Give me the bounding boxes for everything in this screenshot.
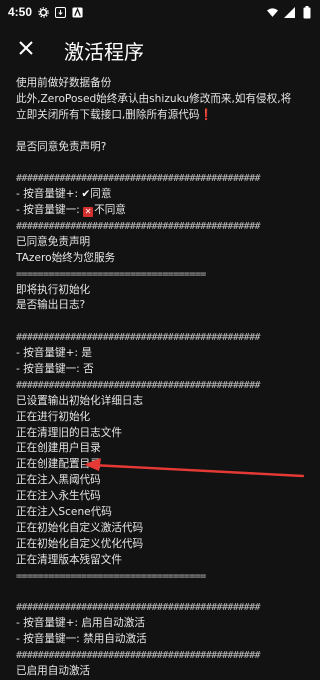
page-title: 激活程序 [64,39,144,64]
log-line: - 按音量键+: 启用自动激活 [16,616,314,632]
log-line-text: 正在清理版本残留文件 [16,553,122,566]
log-line-text: - 按音量键+: 启用自动激活 [16,617,145,630]
log-line: 是否同意免责声明? [16,140,314,156]
log-line: 是否输出日志? [16,298,314,314]
log-line-text: ########################################… [16,650,261,662]
log-separator: ########################################… [16,378,314,394]
signal-icon [284,6,295,18]
log-line: - 按音量键+: ✔同意 [16,187,314,203]
log-line-text: 使用前做好数据备份 [16,77,112,89]
log-line: - 按音量键+: 是 [16,346,314,362]
log-line-text: 正在创建配置目录 [16,458,101,471]
log-line: 使用前做好数据备份 [16,76,314,92]
log-line: 已启用自动激活 [16,664,314,680]
log-line-text: 是否同意免责声明? [16,140,107,153]
log-line-text: ########################################… [16,221,261,233]
log-line-text: - 按音量键+: 是 [16,347,92,360]
close-icon [18,40,34,60]
log-line-text: 此外,ZeroPosed始终承认由shizuku修改而来,如有侵权,将 [16,92,292,105]
log-line: 已设置输出初始化详细日志 [16,394,314,410]
log-line: 正在创建配置目录 [16,457,314,473]
status-time: 4:50 [8,5,33,19]
status-right [267,5,312,18]
log-line: - 按音量键一: ✕ 不同意 [16,203,314,219]
log-line-text: 正在注入永生代码 [16,490,101,503]
log-line: 立即关闭所有下载接口,删除所有源代码❗ [16,108,314,124]
log-line: 正在清理旧的日志文件 [16,426,314,442]
log-line-text: 正在清理旧的日志文件 [16,426,122,439]
log-line: 正在创建用户目录 [16,441,314,457]
log-line: 正在注入黑阈代码 [16,473,314,489]
log-line-text: ########################################… [16,173,261,185]
log-line-text: ########################################… [16,332,261,344]
log-line: - 按音量键一: 否 [16,362,314,378]
log-line: 正在初始化自定义激活代码 [16,521,314,537]
log-separator: =================================== [16,267,314,283]
log-line-text: =================================== [16,268,206,280]
cross-mark-icon: ✕ [83,207,94,218]
log-line: 正在清理版本残留文件 [16,553,314,569]
a-box-icon [72,6,83,18]
log-line-text: 立即关闭所有下载接口,删除所有源代码 [16,108,200,121]
log-line-text: TAzero始终为您服务 [16,251,116,264]
log-line: 已同意免责声明 [16,235,314,251]
log-separator: ########################################… [16,600,314,616]
wifi-icon [267,7,278,18]
app-bar: 激活程序 [0,24,320,76]
log-line-text: - 按音量键一: 否 [16,363,94,376]
battery-icon [301,5,312,18]
log-line-text: 已同意免责声明 [16,235,91,248]
log-line-text: 正在初始化自定义激活代码 [16,521,144,534]
log-separator: ########################################… [16,330,314,346]
log-line-option: 同意 [90,188,112,201]
log-line-text: 正在初始化自定义优化代码 [16,537,144,550]
log-line-text: 即将执行初始化 [16,283,91,296]
log-line: 正在初始化自定义优化代码 [16,537,314,553]
settings-icon [38,6,49,18]
log-separator: ########################################… [16,648,314,664]
log-line-text: 正在注入Scene代码 [16,506,112,519]
status-left: 4:50 [8,5,83,19]
log-line-text: - 按音量键一: [16,204,84,217]
log-line-text: 已设置输出初始化详细日志 [16,394,144,407]
log-line-text: 已启用自动激活 [16,664,91,677]
log-line: - 按音量键一: 禁用自动激活 [16,632,314,648]
log-line: TAzero始终为您服务 [16,251,314,267]
checkmark-icon: ✔ [81,188,91,201]
log-line-text: - 按音量键一: 禁用自动激活 [16,633,147,646]
log-line: 正在进行初始化 [16,410,314,426]
status-bar: 4:50 [0,0,320,24]
log-line-text: =================================== [16,570,206,582]
log-output: 使用前做好数据备份此外,ZeroPosed始终承认由shizuku修改而来,如有… [16,76,314,680]
log-line: 正在注入Scene代码 [16,505,314,521]
log-separator: ########################################… [16,219,314,235]
log-line: 此外,ZeroPosed始终承认由shizuku修改而来,如有侵权,将 [16,92,314,108]
log-line-text: - 按音量键+: [16,188,82,201]
log-line-text: 正在创建用户目录 [16,442,101,455]
log-separator: ########################################… [16,171,314,187]
close-button[interactable] [2,26,50,74]
log-line-text: ########################################… [16,379,261,391]
log-line-option: 不同意 [94,204,126,217]
exclamation-icon: ❗ [199,108,213,121]
log-line-text: 正在注入黑阈代码 [16,474,101,487]
log-line-text: 是否输出日志? [16,299,86,312]
log-separator: =================================== [16,569,314,585]
log-line-text: ########################################… [16,602,261,614]
log-line: 即将执行初始化 [16,283,314,299]
log-line: 正在注入永生代码 [16,489,314,505]
log-line-text: 正在进行初始化 [16,410,91,423]
download-box-icon [55,6,67,18]
